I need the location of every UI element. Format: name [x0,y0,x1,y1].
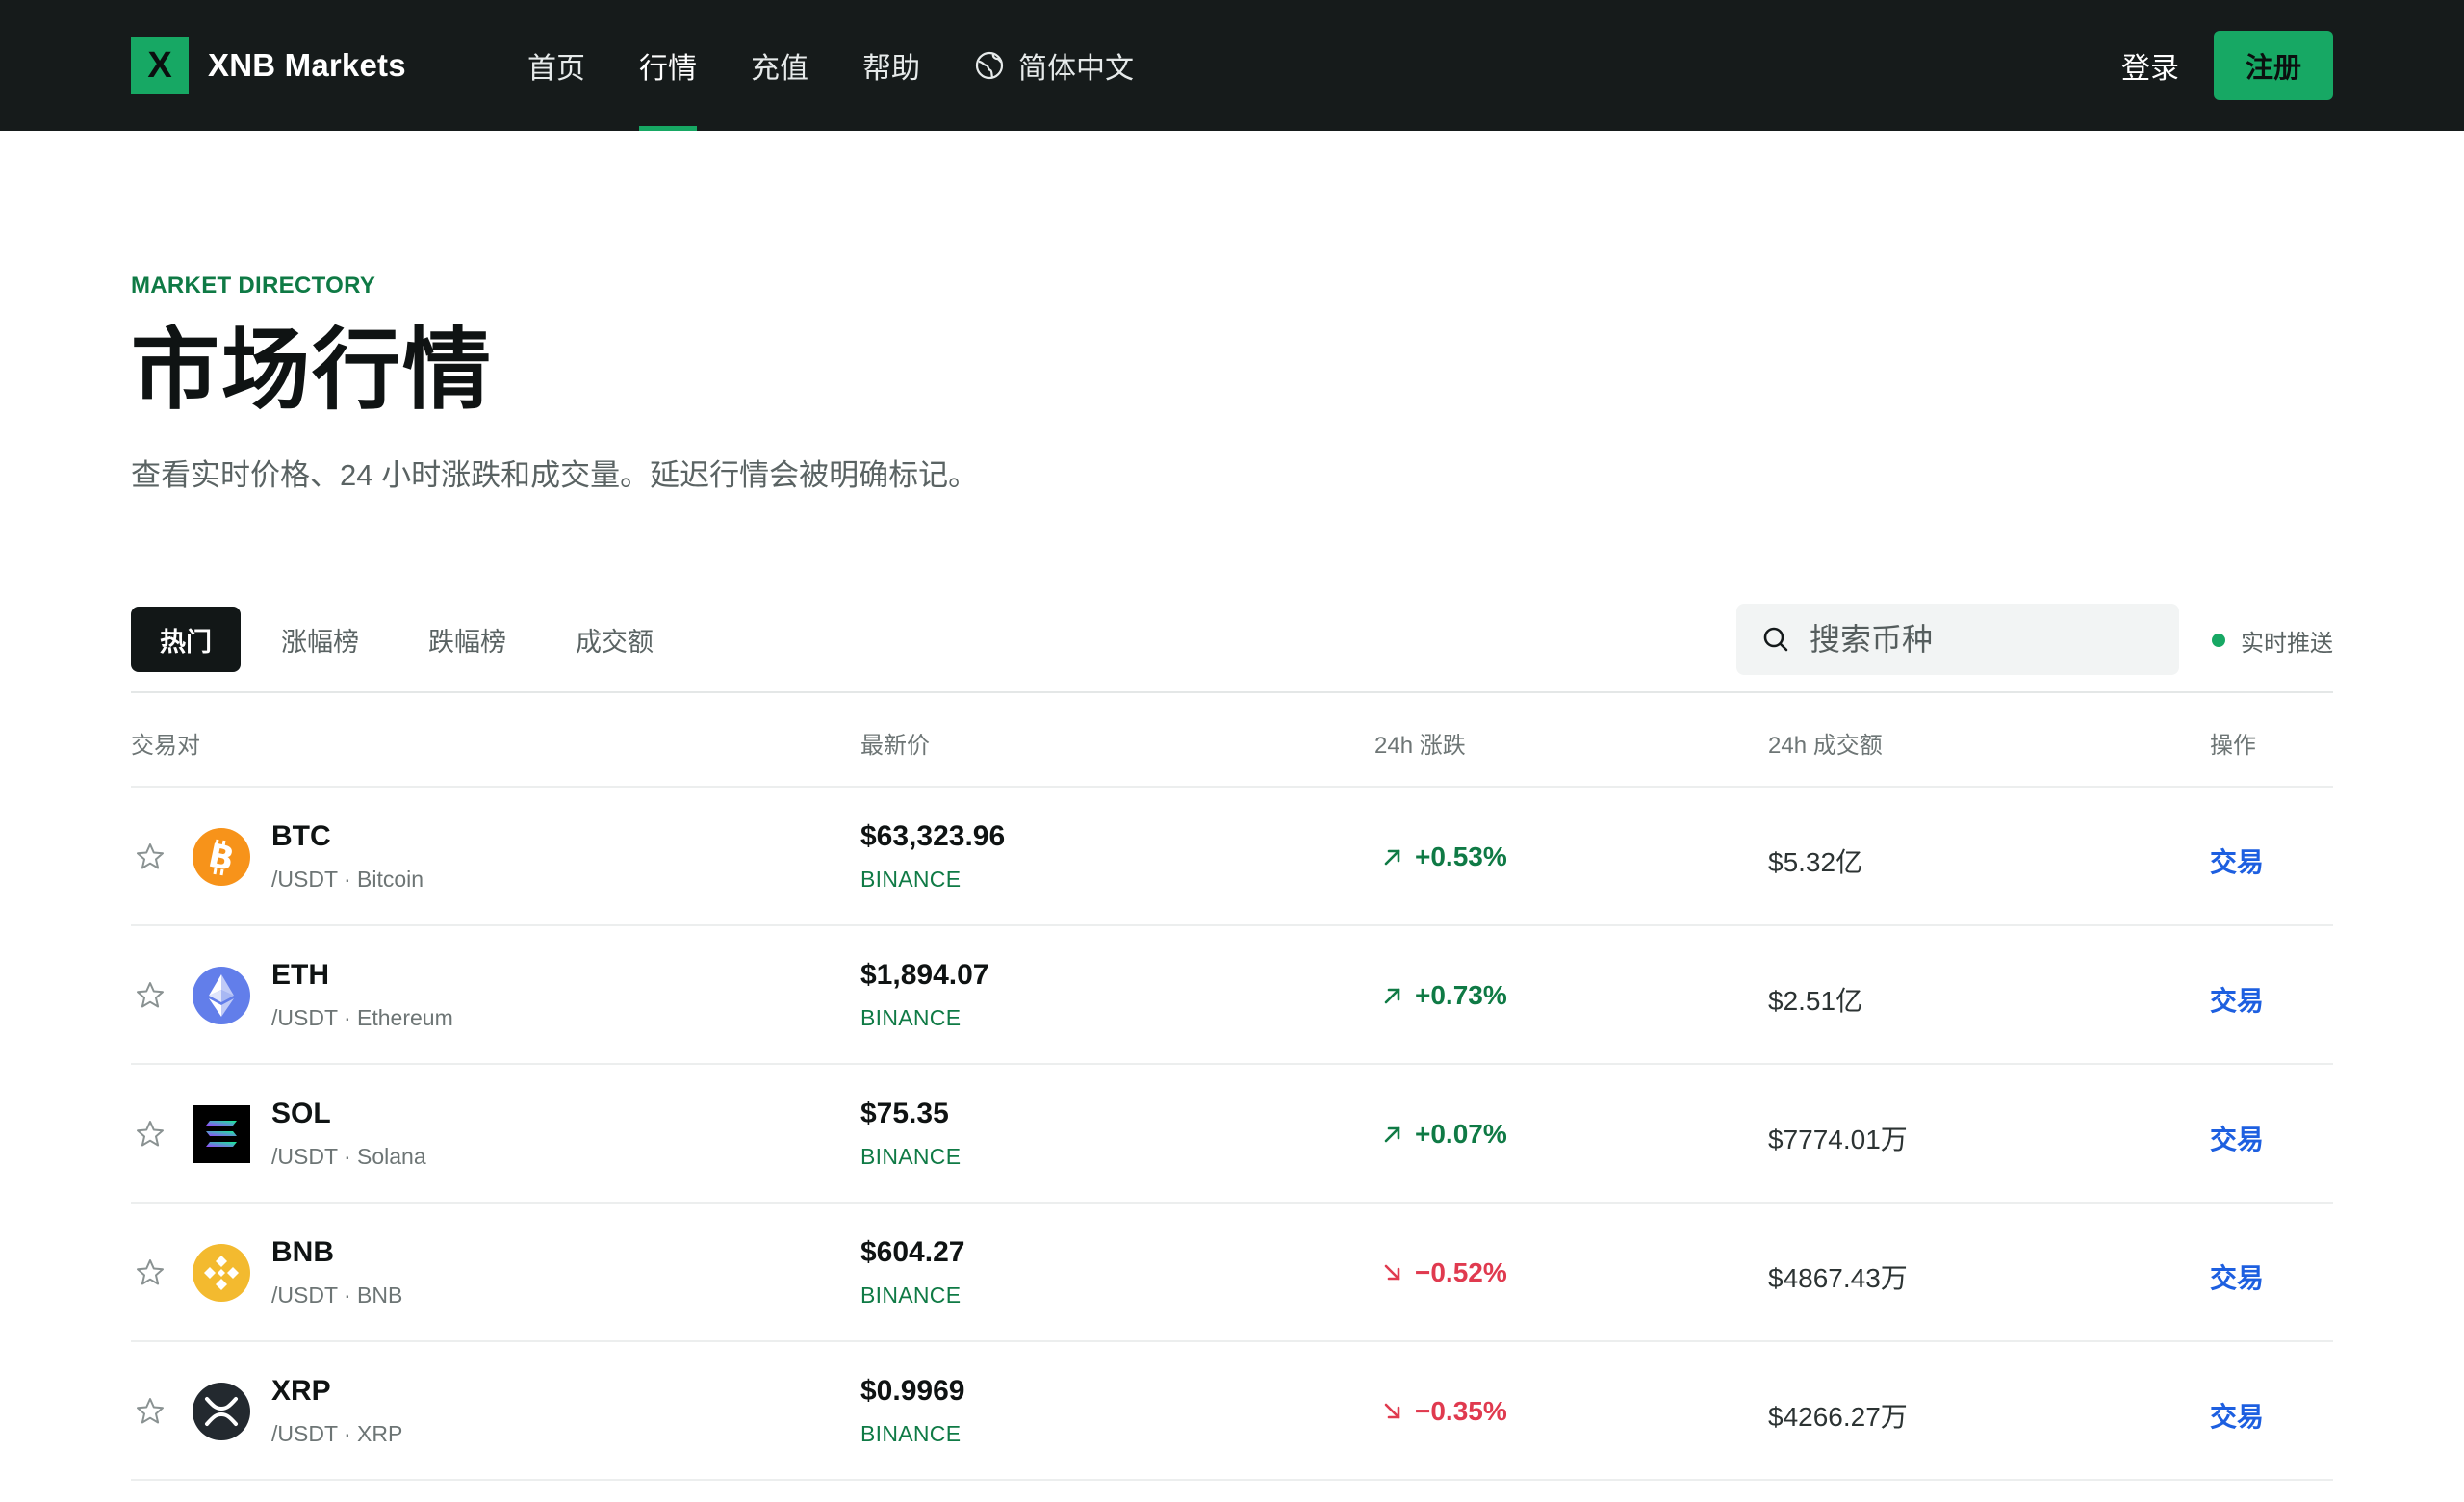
exchange-label: BINANCE [860,1005,962,1030]
live-dot [2212,634,2225,647]
star-icon[interactable] [135,980,166,1011]
header-action: 操作 [2210,733,2256,759]
bnb-icon [192,1244,250,1302]
pair-subtitle: /USDT · Ethereum [271,1005,453,1030]
header-change: 24h 涨跌 [1374,733,1466,759]
globe-icon [975,51,1004,80]
ethereum-icon [192,967,250,1024]
nav-link-deposit[interactable]: 充值 [751,0,808,131]
arrow-down-right-icon [1384,1264,1400,1281]
pair-symbol: BTC [271,820,331,852]
market-tabs: 热门 涨幅榜 跌幅榜 成交额 [131,607,694,672]
table-row[interactable]: ETH /USDT · Ethereum $1,894.07 BINANCE +… [131,926,2333,1065]
table-row[interactable]: SOL /USDT · Solana $75.35 BINANCE +0.07%… [131,1065,2333,1204]
star-icon[interactable] [135,1119,166,1150]
pair-symbol: BNB [271,1236,334,1268]
xrp-icon [192,1383,250,1440]
star-icon[interactable] [135,1396,166,1427]
search-input[interactable] [1810,621,2175,658]
page-title: 市场行情 [131,322,494,420]
star-icon[interactable] [135,1257,166,1288]
arrow-down-right-icon [1384,1403,1400,1419]
tab-hot[interactable]: 热门 [131,607,241,672]
trade-link[interactable]: 交易 [2210,980,2264,1019]
tab-volume[interactable]: 成交额 [547,607,682,672]
table-row[interactable]: XRP /USDT · XRP $0.9969 BINANCE −0.35% $… [131,1342,2333,1481]
solana-icon [192,1105,250,1163]
change-value: −0.35% [1380,1396,1507,1427]
nav-links: 首页 行情 充值 帮助 简体中文 [527,0,1188,131]
tab-gainers[interactable]: 涨幅榜 [252,607,388,672]
last-price: $75.35 [860,1098,949,1129]
arrow-up-right-icon [1384,1126,1400,1143]
pair-symbol: XRP [271,1375,331,1407]
top-nav: X XNB Markets 首页 行情 充值 帮助 简体中文 登录 注册 [0,0,2464,131]
trade-link[interactable]: 交易 [2210,1119,2264,1157]
bitcoin-icon: B [192,828,250,886]
change-value: −0.52% [1380,1257,1507,1288]
last-price: $0.9969 [860,1375,965,1407]
live-indicator: 实时推送 [2212,624,2333,657]
exchange-label: BINANCE [860,867,962,892]
logo-mark: X [131,37,189,94]
volume-value: $4266.27万 [1768,1402,1908,1432]
change-value: +0.53% [1380,842,1507,872]
search-icon [1763,627,1788,652]
nav-link-help[interactable]: 帮助 [862,0,920,131]
section-eyebrow: MARKET DIRECTORY [131,272,376,298]
change-value: +0.73% [1380,980,1507,1011]
login-link[interactable]: 登录 [2121,44,2179,87]
arrow-up-right-icon [1384,849,1400,866]
market-table: 交易对 最新价 24h 涨跌 24h 成交额 操作 B BTC /USDT · … [131,691,2333,1481]
trade-link[interactable]: 交易 [2210,1396,2264,1435]
last-price: $63,323.96 [860,820,1006,852]
table-row[interactable]: BNB /USDT · BNB $604.27 BINANCE −0.52% $… [131,1204,2333,1342]
table-header: 交易对 最新价 24h 涨跌 24h 成交额 操作 [131,691,2333,788]
header-price: 最新价 [860,733,930,759]
tab-losers[interactable]: 跌幅榜 [399,607,535,672]
trade-link[interactable]: 交易 [2210,842,2264,880]
last-price: $604.27 [860,1236,965,1268]
search-box[interactable] [1736,604,2179,675]
pair-subtitle: /USDT · BNB [271,1282,403,1308]
exchange-label: BINANCE [860,1282,962,1308]
header-pair: 交易对 [131,733,200,759]
exchange-label: BINANCE [860,1421,962,1446]
exchange-label: BINANCE [860,1144,962,1169]
brand[interactable]: X XNB Markets [131,37,406,94]
nav-link-home[interactable]: 首页 [527,0,585,131]
pair-subtitle: /USDT · Solana [271,1144,426,1169]
star-icon[interactable] [135,842,166,872]
pair-symbol: ETH [271,959,329,991]
table-row[interactable]: B BTC /USDT · Bitcoin $63,323.96 BINANCE… [131,788,2333,926]
brand-name: XNB Markets [208,47,406,83]
language-label: 简体中文 [1018,53,1134,85]
volume-value: $2.51亿 [1768,986,1863,1016]
volume-value: $7774.01万 [1768,1125,1908,1154]
nav-link-markets[interactable]: 行情 [639,0,697,131]
live-label: 实时推送 [2241,630,2333,657]
trade-link[interactable]: 交易 [2210,1257,2264,1296]
language-selector[interactable]: 简体中文 [974,0,1134,131]
pair-subtitle: /USDT · XRP [271,1421,403,1446]
arrow-up-right-icon [1384,988,1400,1004]
register-button[interactable]: 注册 [2214,31,2333,100]
auth-actions: 登录 注册 [2121,31,2333,100]
volume-value: $5.32亿 [1768,847,1863,877]
pair-subtitle: /USDT · Bitcoin [271,867,424,892]
change-value: +0.07% [1380,1119,1507,1150]
volume-value: $4867.43万 [1768,1263,1908,1293]
pair-symbol: SOL [271,1098,331,1129]
page-subtitle: 查看实时价格、24 小时涨跌和成交量。延迟行情会被明确标记。 [131,458,979,492]
header-volume: 24h 成交额 [1768,733,1883,759]
last-price: $1,894.07 [860,959,989,991]
